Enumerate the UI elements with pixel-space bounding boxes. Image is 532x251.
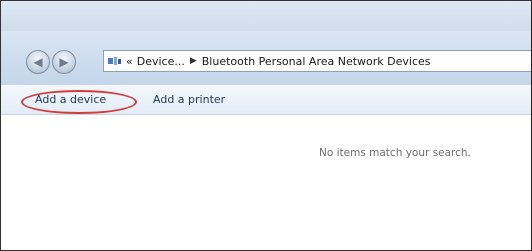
control-panel-icon [107,55,123,67]
forward-arrow-icon: ▶ [59,55,69,69]
breadcrumb-devices[interactable]: Device... [137,55,185,68]
title-bar [1,1,531,31]
add-printer-button[interactable]: Add a printer [153,93,225,106]
explorer-window: ◀ ▶ « Device... ▶ Bluetooth Personal Are… [0,0,532,251]
breadcrumb-bluetooth-pan[interactable]: Bluetooth Personal Area Network Devices [202,55,431,68]
empty-results-message: No items match your search. [319,147,471,159]
forward-button[interactable]: ▶ [52,50,76,74]
command-bar: Add a device Add a printer [1,85,531,115]
address-overflow-chevron[interactable]: « [126,55,133,68]
breadcrumb-separator-icon[interactable]: ▶ [190,56,197,66]
back-arrow-icon: ◀ [33,55,43,69]
content-pane: No items match your search. [1,115,531,250]
back-button[interactable]: ◀ [26,50,50,74]
add-device-button[interactable]: Add a device [35,93,106,106]
address-bar[interactable]: « Device... ▶ Bluetooth Personal Area Ne… [103,50,531,72]
